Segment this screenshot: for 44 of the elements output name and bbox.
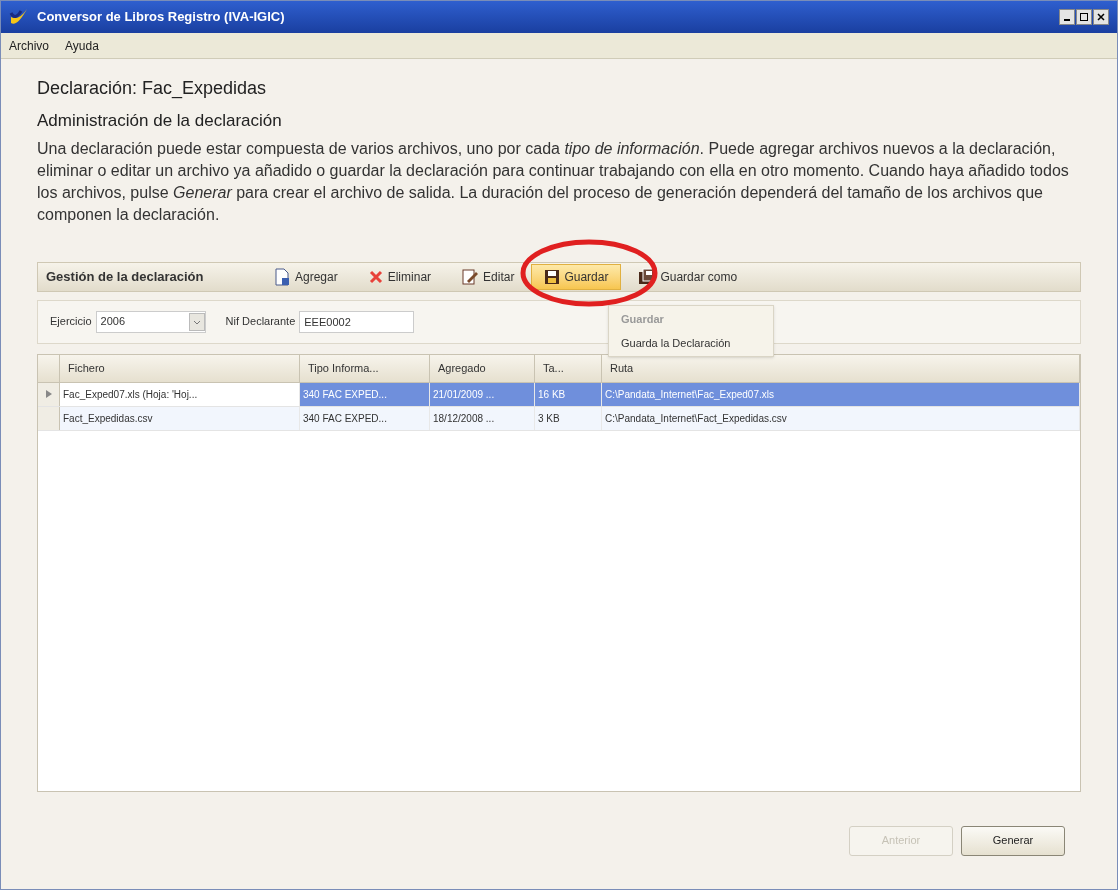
delete-icon	[367, 268, 384, 285]
window-title: Conversor de Libros Registro (IVA-IGIC)	[37, 8, 286, 27]
ejercicio-label: Ejercicio	[50, 314, 92, 330]
section-heading: Administración de la declaración	[37, 110, 283, 132]
save-as-icon	[638, 267, 657, 286]
table-cell: 340 FAC EXPED...	[300, 406, 430, 430]
edit-icon	[461, 267, 480, 286]
toolbar-title: Gestión de la declaración	[46, 267, 205, 286]
nif-label: Nif Declarante	[225, 314, 296, 330]
column-header[interactable]: Fichero	[60, 354, 300, 382]
ejercicio-dropdown[interactable]: 2006	[95, 310, 206, 333]
table-cell: 3 KB	[535, 406, 602, 430]
column-header[interactable]: Ta...	[535, 354, 602, 382]
table-cell: 16 KB	[535, 382, 602, 406]
column-header[interactable]: Tipo Informa...	[300, 354, 430, 382]
minimize-icon[interactable]	[1059, 9, 1075, 25]
table-cell: C:\Pandata_Internet\Fact_Expedidas.csv	[602, 406, 1080, 430]
table-cell: 18/12/2008 ...	[430, 406, 535, 430]
menu-item[interactable]: Ayuda	[65, 36, 99, 55]
row-pointer-icon	[45, 390, 52, 398]
table-cell: Fact_Expedidas.csv	[60, 406, 300, 430]
column-header[interactable]: Agregado	[430, 354, 535, 382]
description-paragraph: Una declaración puede estar compuesta de varios archivos, uno por cada tipo de información. Puede agregar archivos nuevos a la declaración, eliminar o editar un archivo ya añadido o guardar la declaración para continuar trabajando con ella en otro momento. Cuando haya añadido todos los archivos, pulse Generar para crear el archivo de salida. La duración del proceso de generación dependerá del tamaño de los archivos que componen la declaración.	[37, 138, 1070, 225]
toolbar-button[interactable]: Editar	[448, 263, 528, 290]
document-icon	[273, 267, 291, 286]
toolbar-button[interactable]: Agregar	[260, 263, 351, 290]
table-cell: 21/01/2009 ...	[430, 382, 535, 406]
table-cell: Fac_Exped07.xls (Hoja: 'Hoj...	[60, 382, 300, 406]
table-cell: C:\Pandata_Internet\Fac_Exped07.xls	[602, 382, 1080, 406]
tooltip-title: Guardar	[621, 311, 665, 327]
table-row[interactable]: Fac_Exped07.xls (Hoja: 'Hoj... 340 FAC EXPED... 21/01/2009 ... 16 KB C:\Pandata_Internet\Fac_Exped07.xls	[38, 382, 1080, 407]
declaration-heading: Declaración: Fac_Expedidas	[37, 77, 268, 101]
maximize-icon[interactable]	[1076, 9, 1092, 25]
nif-field[interactable]: EEE0002	[299, 310, 415, 333]
toolbar-button[interactable]: Guardar	[531, 263, 622, 290]
toolbar-button[interactable]: Eliminar	[354, 263, 445, 290]
table-cell: 340 FAC EXPED...	[300, 382, 430, 406]
menu-item[interactable]: Archivo	[9, 36, 49, 55]
toolbar-button[interactable]: Guardar como	[625, 263, 751, 290]
dialog-button[interactable]: Generar	[961, 825, 1065, 856]
save-icon	[544, 268, 561, 285]
tooltip-text: Guarda la Declaración	[621, 336, 732, 351]
close-icon[interactable]	[1093, 9, 1109, 25]
table-row[interactable]: Fact_Expedidas.csv 340 FAC EXPED... 18/12/2008 ... 3 KB C:\Pandata_Internet\Fact_Expedidas.csv	[38, 406, 1080, 431]
